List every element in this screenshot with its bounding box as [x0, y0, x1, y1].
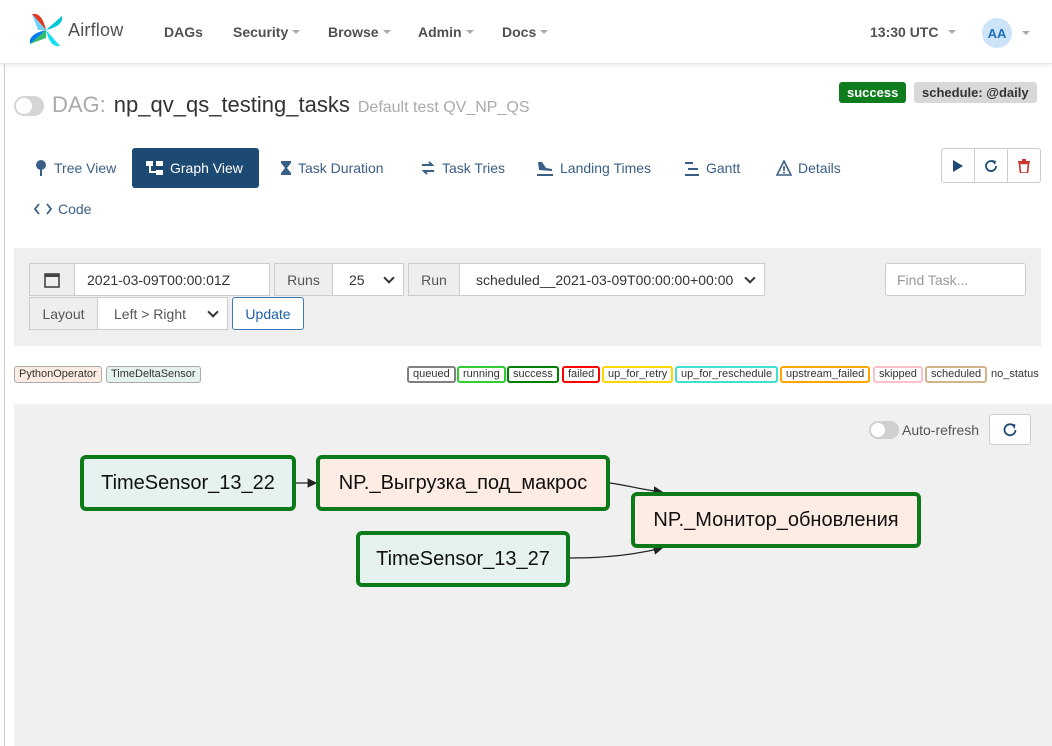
task-node-np-vygruzka-pod-makros[interactable]: NP._Выгрузка_под_макрос: [316, 455, 610, 511]
task-node-timesensor-13-22[interactable]: TimeSensor_13_22: [80, 455, 296, 511]
edge-vygruzka-to-monitor: [609, 482, 664, 496]
task-node-np-monitor-obnovleniya[interactable]: NP._Монитор_обновления: [631, 492, 921, 548]
task-node-timesensor-13-27[interactable]: TimeSensor_13_27: [356, 531, 570, 587]
edge-sensor2-to-monitor: [569, 545, 664, 559]
graph-edges: [296, 478, 664, 559]
